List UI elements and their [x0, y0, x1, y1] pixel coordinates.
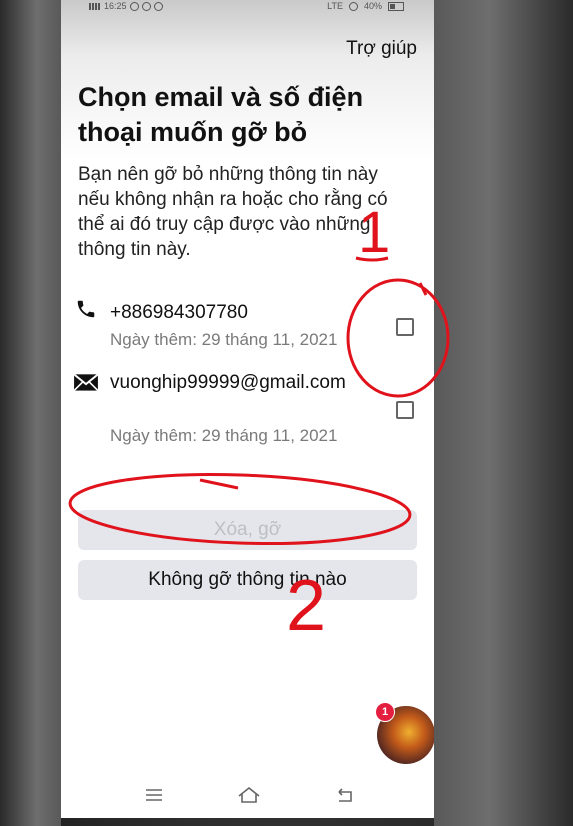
- contact-value: vuonghip99999@gmail.com: [110, 372, 346, 393]
- notification-badge: 1: [375, 702, 395, 722]
- battery-icon: [388, 1, 404, 11]
- background-left: [0, 0, 61, 826]
- contact-value: +886984307780: [110, 302, 248, 323]
- help-link[interactable]: Trợ giúp: [346, 38, 417, 60]
- background-right: [434, 0, 573, 826]
- messenger-icon: [129, 1, 139, 11]
- phone-icon: [77, 300, 95, 318]
- email-checkbox[interactable]: [396, 401, 414, 419]
- status-time: 16:25: [104, 1, 127, 11]
- wifi-icon: [348, 1, 358, 11]
- contact-date: Ngày thêm: 29 tháng 11, 2021: [110, 426, 338, 445]
- page-description: Bạn nên gỡ bỏ những thông tin này nếu kh…: [78, 164, 388, 260]
- back-icon[interactable]: [334, 784, 356, 806]
- network-label: LTE: [327, 1, 343, 11]
- page-title: Chọn email và số điện thoại muốn gỡ bỏ: [78, 82, 364, 147]
- navigation-bar: [61, 784, 434, 808]
- phone-screen: 16:25 LTE 40% Trợ giúp Chọn email và số …: [61, 0, 434, 818]
- keep-button[interactable]: Không gỡ thông tin nào: [78, 560, 417, 600]
- status-bar: 16:25 LTE 40%: [61, 0, 434, 14]
- app-icon: [153, 1, 163, 11]
- mail-icon: [73, 373, 99, 392]
- home-icon[interactable]: [236, 784, 262, 806]
- menu-icon[interactable]: [143, 784, 165, 806]
- battery-percent: 40%: [363, 1, 382, 11]
- phone-checkbox[interactable]: [396, 318, 414, 336]
- remove-button[interactable]: Xóa, gỡ: [78, 510, 417, 550]
- contact-date: Ngày thêm: 29 tháng 11, 2021: [110, 330, 338, 349]
- signal-icon: [89, 2, 101, 10]
- tiktok-icon: [141, 1, 151, 11]
